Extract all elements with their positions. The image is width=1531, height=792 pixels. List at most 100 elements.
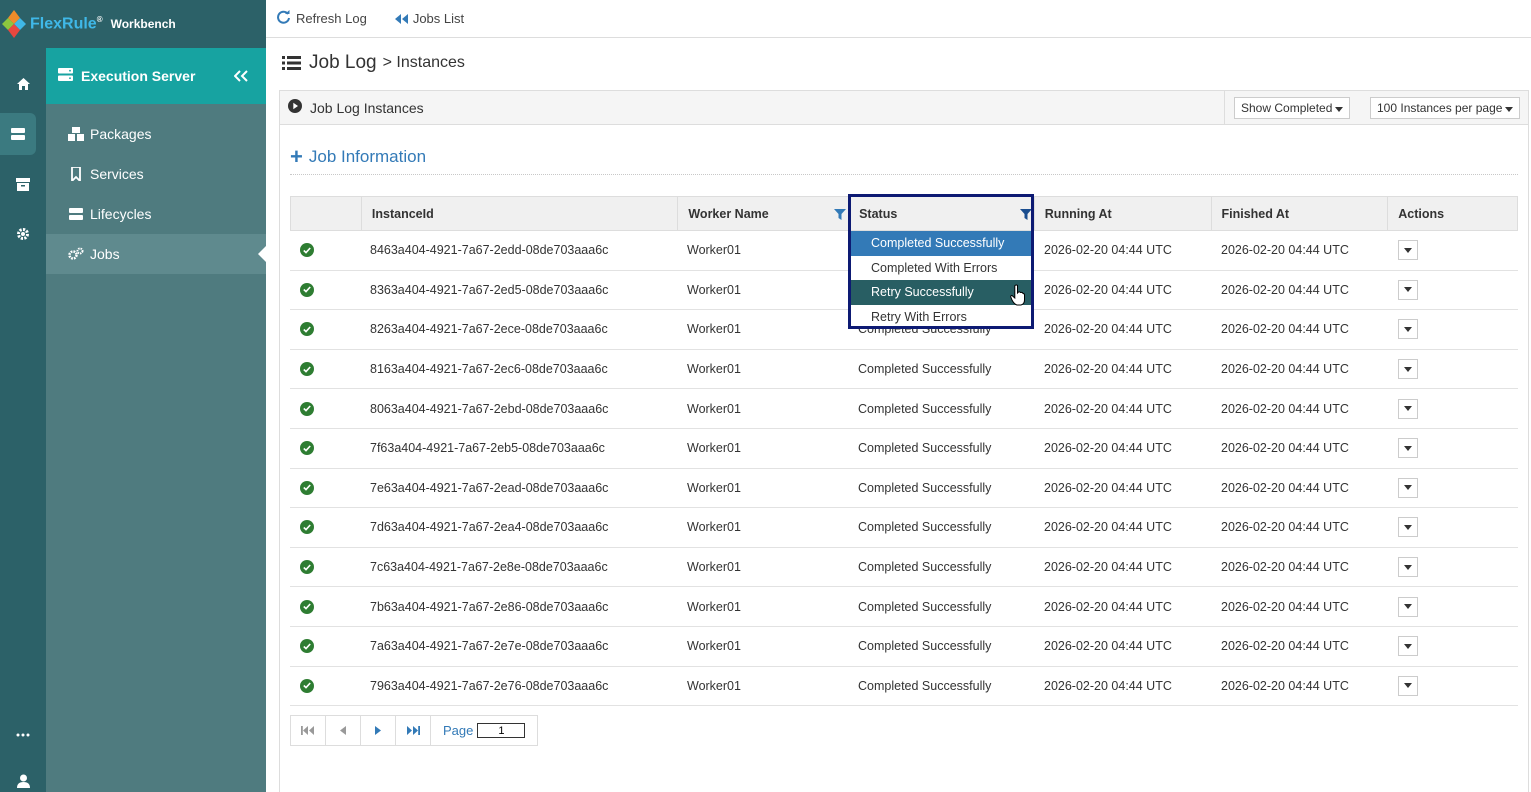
row-actions-button[interactable] (1398, 675, 1418, 696)
sidebar-item-services[interactable]: Services (46, 154, 266, 194)
status-option-retry-successfully[interactable]: Retry Successfully (851, 280, 1031, 305)
instance-id-cell: 8063a404-4921-7a67-2ebd-08de703aaa6c (370, 401, 609, 416)
worker-name-cell: Worker01 (687, 441, 741, 456)
status-option-completed-successfully[interactable]: Completed Successfully (851, 231, 1031, 256)
row-actions-button[interactable] (1398, 557, 1418, 578)
caret-down-icon (1404, 485, 1412, 491)
check-circle-icon (300, 520, 314, 535)
toolbar: Refresh Log Jobs List (266, 0, 1531, 38)
user-icon[interactable] (0, 760, 46, 792)
check-circle-icon (300, 599, 314, 614)
column-header-worker-name[interactable]: Worker Name (678, 197, 850, 230)
worker-name-cell: Worker01 (687, 599, 741, 614)
page-number-input[interactable] (477, 723, 526, 738)
column-header-status[interactable]: Status (849, 197, 1035, 230)
running-at-cell: 2026-02-20 04:44 UTC (1044, 639, 1172, 654)
instance-id-cell: 7c63a404-4921-7a67-2e8e-08de703aaa6c (370, 560, 608, 575)
actions-cell (1389, 389, 1518, 428)
sidebar-item-jobs[interactable]: Jobs (46, 234, 266, 274)
last-page-button[interactable] (396, 716, 431, 745)
row-actions-button[interactable] (1398, 517, 1418, 538)
actions-cell (1389, 271, 1518, 310)
finished-at-cell: 2026-02-20 04:44 UTC (1221, 480, 1349, 495)
panel-header: Job Log Instances Show Completed 100 Ins… (280, 91, 1528, 125)
caret-down-icon (1404, 326, 1412, 332)
home-icon[interactable] (0, 63, 46, 105)
page-subtitle: > Instances (382, 54, 465, 71)
server-nav-icon[interactable] (0, 113, 36, 155)
table-row[interactable]: 7d63a404-4921-7a67-2ea4-08de703aaa6c Wor… (290, 508, 1518, 548)
app-logo[interactable]: FlexRule® Workbench (0, 8, 176, 40)
row-actions-button[interactable] (1398, 319, 1418, 340)
row-actions-button[interactable] (1398, 359, 1418, 380)
archive-icon[interactable] (0, 163, 46, 205)
actions-cell (1389, 587, 1518, 626)
status-option-completed-with-errors[interactable]: Completed With Errors (851, 256, 1031, 281)
column-header-running-at[interactable]: Running At (1035, 197, 1212, 230)
column-header-finished-at[interactable]: Finished At (1212, 197, 1389, 230)
row-actions-button[interactable] (1398, 279, 1418, 300)
row-actions-button[interactable] (1398, 477, 1418, 498)
per-page-dropdown[interactable]: 100 Instances per page (1370, 97, 1521, 119)
finished-at-cell: 2026-02-20 04:44 UTC (1221, 639, 1349, 654)
caret-down-icon (1404, 683, 1412, 689)
job-information-toggle[interactable]: + Job Information (290, 144, 426, 170)
row-actions-button[interactable] (1398, 398, 1418, 419)
column-header-instanceid[interactable]: InstanceId (362, 197, 679, 230)
refresh-log-button[interactable]: Refresh Log (276, 10, 367, 27)
next-page-icon (375, 726, 381, 735)
table-row[interactable]: 7f63a404-4921-7a67-2eb5-08de703aaa6c Wor… (290, 429, 1518, 469)
table-row[interactable]: 7b63a404-4921-7a67-2e86-08de703aaa6c Wor… (290, 587, 1518, 627)
actions-cell (1389, 667, 1518, 706)
show-completed-dropdown[interactable]: Show Completed (1234, 97, 1351, 119)
check-circle-icon (300, 678, 314, 693)
sidebar-item-lifecycles[interactable]: Lifecycles (46, 194, 266, 234)
status-text-cell: Completed Successfully (858, 520, 992, 535)
job-information-label: Job Information (308, 147, 427, 166)
instance-id-cell: 8263a404-4921-7a67-2ece-08de703aaa6c (370, 322, 608, 337)
table-row[interactable]: 7963a404-4921-7a67-2e76-08de703aaa6c Wor… (290, 667, 1518, 707)
table-row[interactable]: 8163a404-4921-7a67-2ec6-08de703aaa6c Wor… (290, 350, 1518, 390)
column-label: Actions (1398, 206, 1445, 221)
settings-icon[interactable] (0, 213, 46, 255)
instance-id-cell: 7963a404-4921-7a67-2e76-08de703aaa6c (370, 678, 609, 693)
sidebar-item-label: Packages (90, 126, 152, 142)
row-actions-button[interactable] (1398, 596, 1418, 617)
sidebar-item-label: Lifecycles (90, 206, 152, 222)
first-page-button[interactable] (291, 716, 326, 745)
collapse-sidebar-icon[interactable] (233, 66, 248, 87)
cubes-icon (68, 127, 84, 141)
table-row[interactable]: 8063a404-4921-7a67-2ebd-08de703aaa6c Wor… (290, 389, 1518, 429)
worker-name-cell: Worker01 (687, 243, 741, 258)
actions-cell (1389, 548, 1518, 587)
finished-at-cell: 2026-02-20 04:44 UTC (1221, 362, 1349, 377)
per-page-label: 100 Instances per page (1377, 101, 1503, 115)
column-label: Worker Name (688, 206, 769, 221)
more-icon[interactable] (0, 714, 46, 756)
row-actions-button[interactable] (1398, 240, 1418, 261)
column-header-icon (291, 197, 362, 230)
sidebar-item-packages[interactable]: Packages (46, 114, 266, 154)
first-page-icon (301, 726, 314, 735)
status-text-cell: Completed Successfully (858, 560, 992, 575)
next-page-button[interactable] (361, 716, 396, 745)
list-icon (282, 55, 301, 71)
check-circle-icon (300, 243, 314, 258)
instance-id-cell: 7d63a404-4921-7a67-2ea4-08de703aaa6c (370, 520, 609, 535)
jobs-list-button[interactable]: Jobs List (394, 11, 464, 27)
table-row[interactable]: 7c63a404-4921-7a67-2e8e-08de703aaa6c Wor… (290, 548, 1518, 588)
status-option-retry-with-errors[interactable]: Retry With Errors (851, 305, 1031, 330)
column-label: InstanceId (371, 206, 434, 221)
previous-page-button[interactable] (326, 716, 361, 745)
worker-name-cell: Worker01 (687, 282, 741, 297)
caret-down-icon (1404, 643, 1412, 649)
running-at-cell: 2026-02-20 04:44 UTC (1044, 401, 1172, 416)
table-row[interactable]: 7a63a404-4921-7a67-2e7e-08de703aaa6c Wor… (290, 627, 1518, 667)
row-actions-button[interactable] (1398, 438, 1418, 459)
row-actions-button[interactable] (1398, 636, 1418, 657)
status-text-cell: Completed Successfully (858, 480, 992, 495)
table-row[interactable]: 7e63a404-4921-7a67-2ead-08de703aaa6c Wor… (290, 469, 1518, 509)
worker-name-cell: Worker01 (687, 322, 741, 337)
flexrule-logo-icon (0, 8, 28, 40)
play-circle-icon (288, 99, 302, 116)
